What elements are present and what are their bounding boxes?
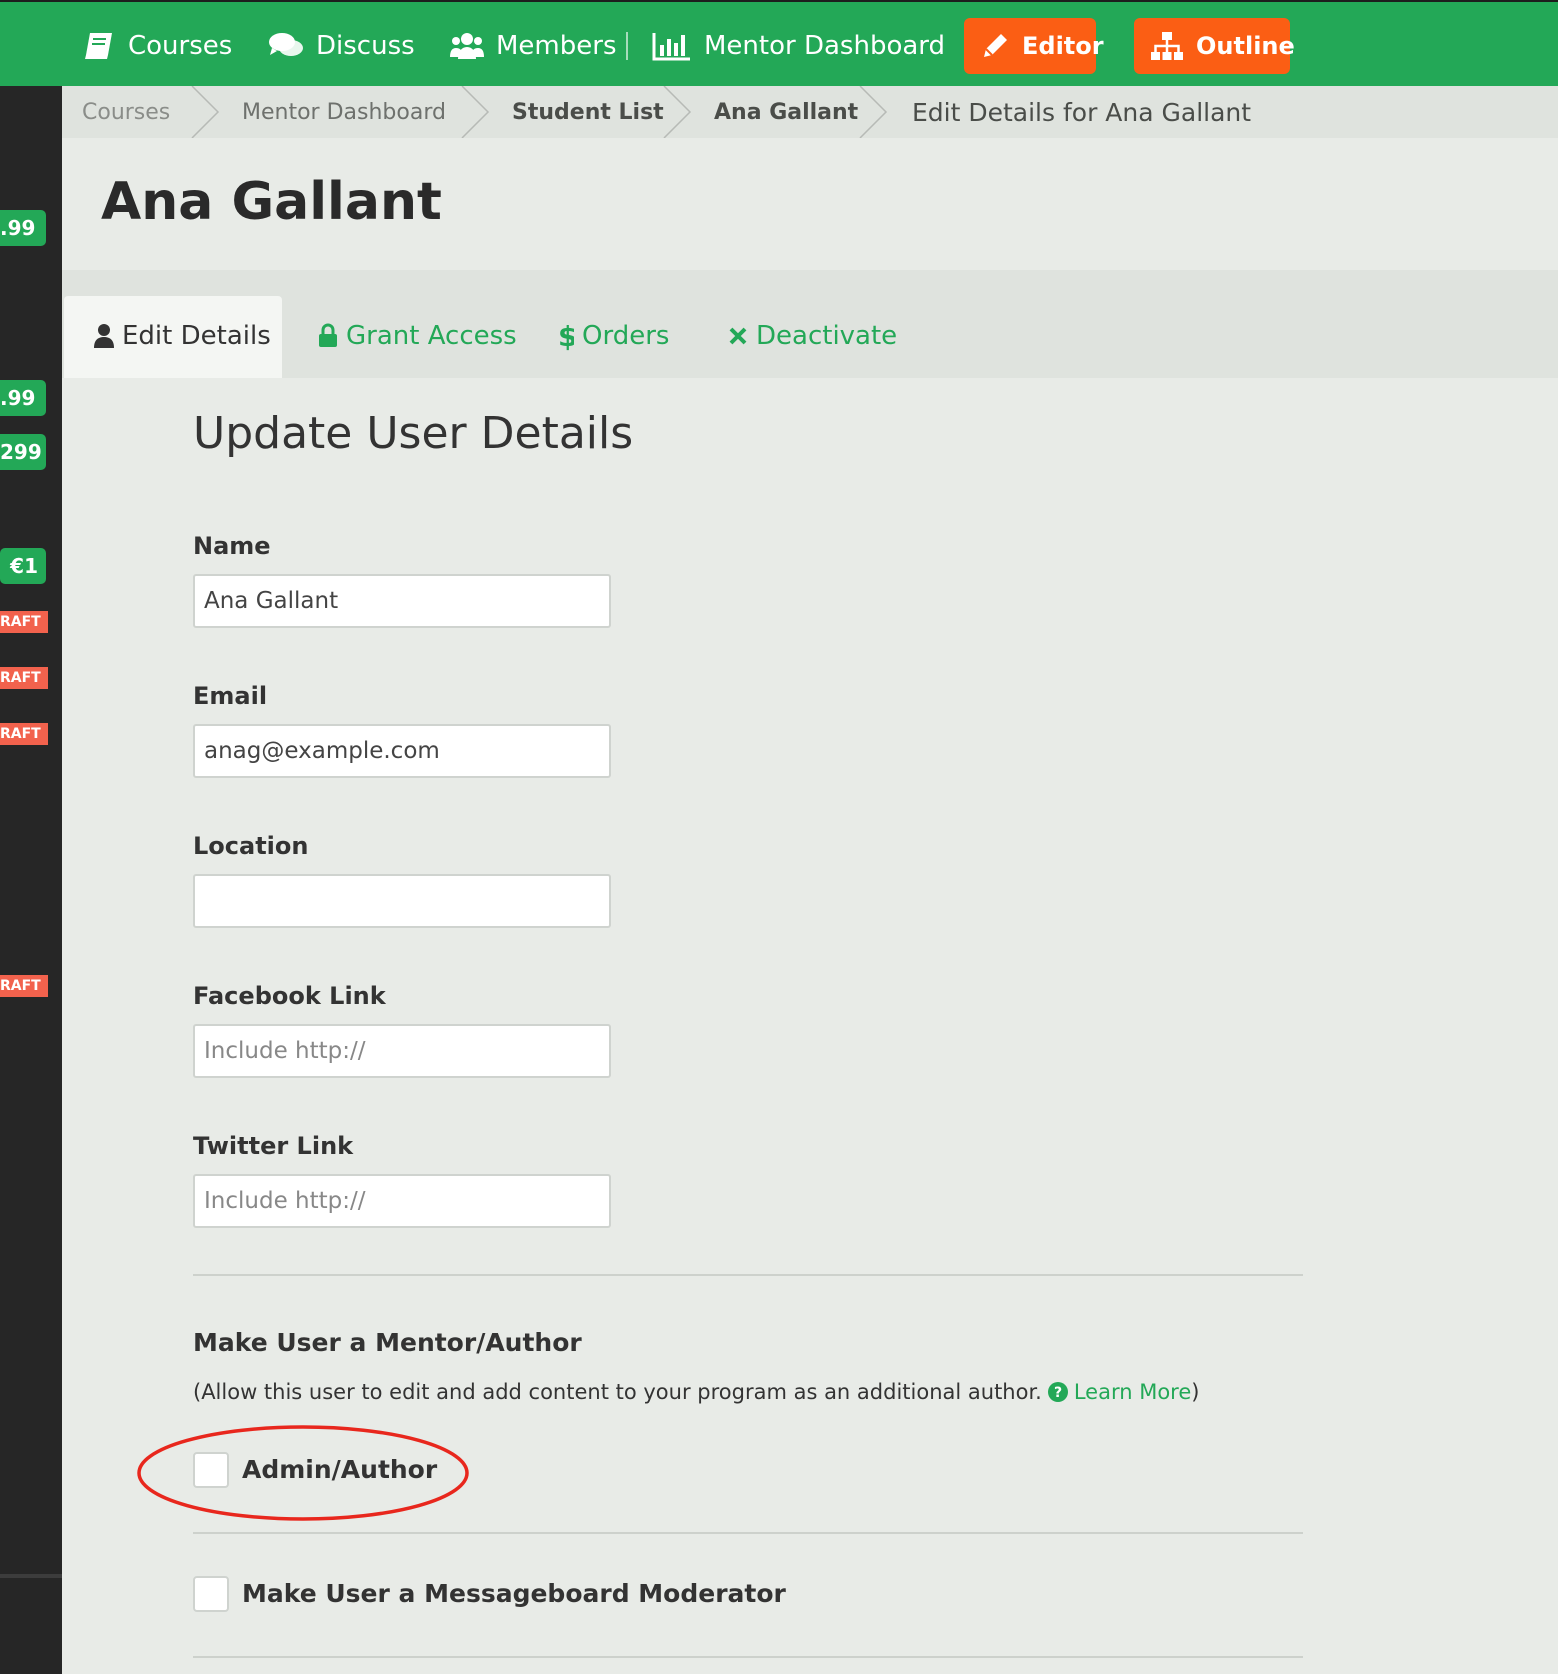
- highlight-ellipse-annotation: [137, 1425, 469, 1521]
- form-divider: [193, 1274, 1303, 1276]
- lock-icon: [318, 323, 338, 349]
- pencil-icon: [980, 31, 1010, 61]
- user-icon: [94, 323, 114, 349]
- draft-badge: RAFT: [0, 723, 48, 745]
- sidebar-divider: [0, 1574, 62, 1578]
- breadcrumb-chevron: [461, 86, 490, 138]
- tab-deactivate[interactable]: Deactivate: [728, 318, 897, 354]
- moderator-checkbox[interactable]: [193, 1576, 229, 1612]
- tab-deactivate-label: Deactivate: [756, 321, 898, 351]
- editor-button[interactable]: Editor: [964, 18, 1104, 74]
- breadcrumb-ana-gallant[interactable]: Ana Gallant: [714, 86, 858, 138]
- tab-orders[interactable]: $ Orders: [558, 318, 669, 354]
- tab-edit-details-label: Edit Details: [122, 321, 271, 351]
- facebook-link-label: Facebook Link: [193, 982, 386, 1010]
- nav-discuss[interactable]: Discuss: [268, 24, 415, 68]
- nav-mentor-dashboard-label: Mentor Dashboard: [704, 31, 946, 61]
- name-field[interactable]: [193, 574, 611, 628]
- mentor-description-close: ): [1191, 1380, 1200, 1404]
- nav-members[interactable]: Members: [450, 24, 617, 68]
- nav-mentor-dashboard[interactable]: Mentor Dashboard: [652, 24, 945, 68]
- breadcrumb: Courses Mentor Dashboard Student List An…: [62, 86, 1558, 138]
- outline-button[interactable]: Outline: [1134, 18, 1295, 74]
- email-label: Email: [193, 682, 268, 710]
- moderator-label[interactable]: Make User a Messageboard Moderator: [242, 1579, 786, 1608]
- email-field[interactable]: [193, 724, 611, 778]
- users-icon: [450, 31, 484, 61]
- mentor-description: (Allow this user to edit and add content…: [193, 1380, 1199, 1404]
- learn-more-label: Learn More: [1073, 1380, 1192, 1404]
- top-navigation: Courses Discuss Members Mentor Dashboard…: [0, 0, 1558, 86]
- book-icon: [84, 31, 116, 61]
- nav-courses-label: Courses: [128, 31, 233, 61]
- nav-separator: [626, 32, 628, 60]
- breadcrumb-chevron: [859, 86, 888, 138]
- mentor-description-text: (Allow this user to edit and add content…: [193, 1380, 1042, 1404]
- tab-grant-access-label: Grant Access: [346, 321, 517, 351]
- help-circle-icon: ?: [1047, 1382, 1068, 1402]
- price-badge: €1: [0, 548, 46, 584]
- close-icon: [728, 326, 748, 346]
- draft-badge: RAFT: [0, 975, 48, 997]
- tab-grant-access[interactable]: Grant Access: [318, 318, 517, 354]
- course-sidebar: [0, 86, 62, 1674]
- tab-orders-label: Orders: [582, 321, 670, 351]
- draft-badge: RAFT: [0, 667, 48, 689]
- breadcrumb-chevron: [663, 86, 692, 138]
- mentor-section-title: Make User a Mentor/Author: [193, 1328, 582, 1357]
- breadcrumb-mentor-dashboard[interactable]: Mentor Dashboard: [242, 86, 446, 138]
- location-field[interactable]: [193, 874, 611, 928]
- facebook-link-field[interactable]: [193, 1024, 611, 1078]
- draft-badge: RAFT: [0, 611, 48, 633]
- svg-text:$: $: [558, 321, 574, 351]
- form-divider: [193, 1656, 1303, 1658]
- section-title: Update User Details: [193, 408, 634, 459]
- chat-bubbles-icon: [268, 31, 304, 61]
- nav-members-label: Members: [496, 31, 617, 61]
- page-title: Ana Gallant: [101, 172, 442, 232]
- editor-button-label: Editor: [1022, 32, 1104, 60]
- price-badge: 299: [0, 434, 46, 470]
- sitemap-icon: [1150, 31, 1184, 61]
- bar-chart-icon: [652, 31, 692, 61]
- price-badge: .99: [0, 380, 46, 416]
- twitter-link-field[interactable]: [193, 1174, 611, 1228]
- nav-discuss-label: Discuss: [316, 31, 415, 61]
- tab-edit-details[interactable]: Edit Details: [94, 318, 271, 354]
- breadcrumb-current: Edit Details for Ana Gallant: [912, 97, 1252, 127]
- breadcrumb-student-list[interactable]: Student List: [512, 86, 664, 138]
- form-divider: [193, 1532, 1303, 1534]
- dollar-icon: $: [558, 321, 574, 351]
- twitter-link-label: Twitter Link: [193, 1132, 354, 1160]
- svg-text:?: ?: [1054, 1385, 1062, 1401]
- location-label: Location: [193, 832, 309, 860]
- price-badge: .99: [0, 210, 46, 246]
- breadcrumb-chevron: [191, 86, 220, 138]
- outline-button-label: Outline: [1196, 32, 1295, 60]
- nav-courses[interactable]: Courses: [84, 24, 232, 68]
- name-label: Name: [193, 532, 271, 560]
- learn-more-link[interactable]: ? Learn More: [1047, 1380, 1192, 1404]
- breadcrumb-courses[interactable]: Courses: [82, 86, 170, 138]
